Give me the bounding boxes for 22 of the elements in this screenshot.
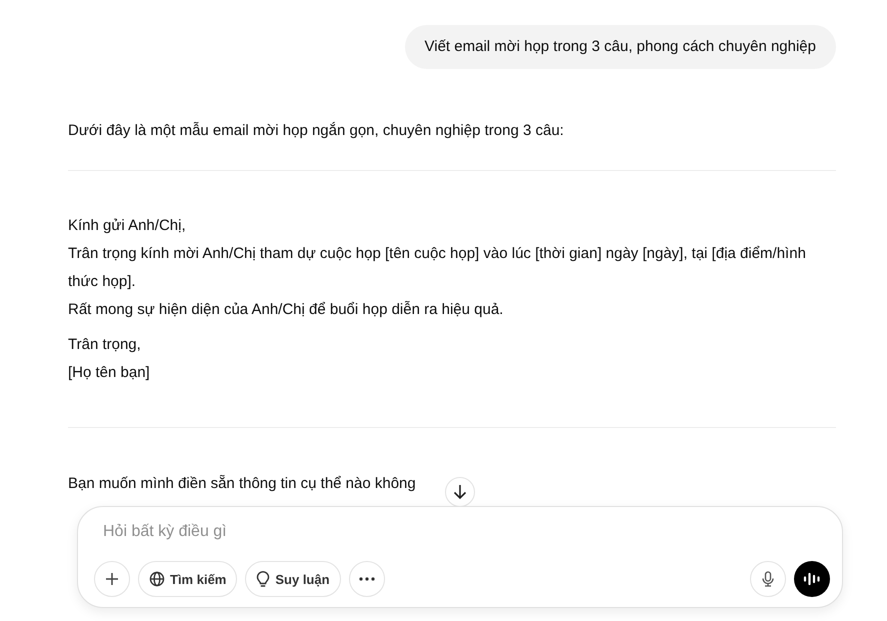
message-input[interactable]: Hỏi bất kỳ điều gì — [94, 523, 503, 541]
search-button[interactable]: Tìm kiếm — [138, 561, 238, 597]
microphone-button[interactable] — [750, 561, 786, 597]
more-icon — [358, 577, 375, 581]
email-line: Trân trọng, — [68, 335, 142, 355]
email-line: Rất mong sự hiện diện của Anh/Chị để buổi họp diễn ra hiệu quả. — [68, 300, 504, 320]
sound-wave-icon — [803, 571, 821, 587]
voice-mode-button[interactable] — [794, 561, 830, 597]
down-arrow-icon — [453, 484, 467, 500]
globe-icon — [149, 571, 165, 587]
lightbulb-icon — [256, 570, 270, 588]
reply-intro: Dưới đây là một mẫu email mời họp ngắn gọn, chuyên nghiệp trong 3 câu: — [68, 121, 565, 141]
email-line: Kính gửi Anh/Chị, — [68, 216, 187, 236]
scroll-down-button[interactable] — [445, 477, 475, 507]
microphone-icon — [762, 571, 774, 587]
email-line: Trân trọng kính mời Anh/Chị tham dự cuộc họp [tên cuộc họp] vào lúc [thời gian] ngày [ngày], tại [địa điểm/hình thức họp]. — [68, 244, 807, 292]
email-line: [Họ tên bạn] — [68, 363, 151, 383]
user-message: Viết email mời họp trong 3 câu, phong cách chuyên nghiệp — [404, 25, 836, 69]
add-button[interactable] — [94, 561, 130, 597]
plus-icon — [104, 571, 120, 587]
reason-button[interactable]: Suy luận — [245, 561, 341, 597]
follow-up-question: Bạn muốn mình điền sẵn thông tin cụ thể nào không — [68, 475, 416, 492]
